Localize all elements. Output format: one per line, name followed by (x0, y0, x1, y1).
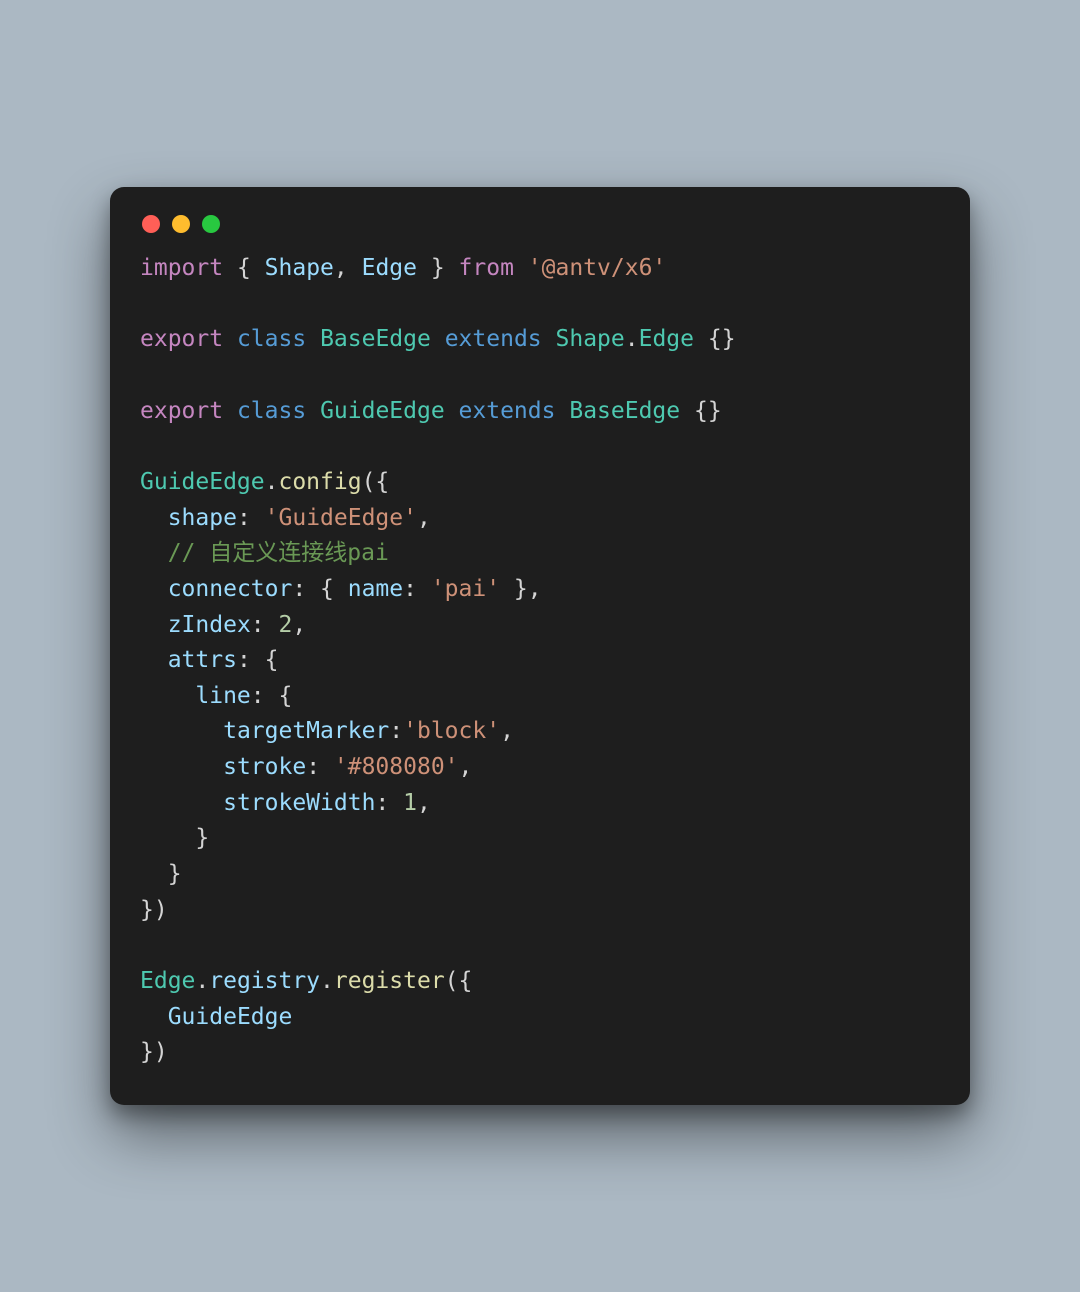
ident-shape: Shape (265, 255, 334, 281)
number-1: 1 (403, 790, 417, 816)
keyword-class: class (237, 398, 306, 424)
close-icon[interactable] (142, 215, 160, 233)
keyword-extends: extends (445, 326, 542, 352)
prop-connector: connector (168, 576, 293, 602)
class-baseedge: BaseEdge (320, 326, 431, 352)
string-pai: 'pai' (431, 576, 500, 602)
zoom-icon[interactable] (202, 215, 220, 233)
class-guideedge: GuideEdge (140, 469, 265, 495)
prop-registry: registry (209, 968, 320, 994)
keyword-export: export (140, 398, 223, 424)
string-guideedge: 'GuideEdge' (265, 505, 417, 531)
prop-stroke: stroke (223, 754, 306, 780)
minimize-icon[interactable] (172, 215, 190, 233)
comment: // 自定义连接线pai (168, 540, 389, 566)
prop-name: name (348, 576, 403, 602)
code-window: import { Shape, Edge } from '@antv/x6' e… (110, 187, 970, 1105)
prop-strokewidth: strokeWidth (223, 790, 375, 816)
class-guideedge: GuideEdge (320, 398, 445, 424)
ident-edge: Edge (362, 255, 417, 281)
keyword-extends: extends (459, 398, 556, 424)
string-stroke: '#808080' (334, 754, 459, 780)
string-block: 'block' (403, 718, 500, 744)
code-block: import { Shape, Edge } from '@antv/x6' e… (140, 251, 940, 1071)
prop-line: line (195, 683, 250, 709)
ident-guideedge: GuideEdge (168, 1004, 293, 1030)
stage: import { Shape, Edge } from '@antv/x6' e… (0, 0, 1080, 1292)
window-traffic-lights (140, 213, 940, 251)
prop-shape: shape (168, 505, 237, 531)
prop-zindex: zIndex (168, 612, 251, 638)
keyword-export: export (140, 326, 223, 352)
keyword-class: class (237, 326, 306, 352)
prop-targetmarker: targetMarker (223, 718, 389, 744)
class-shape: Shape (556, 326, 625, 352)
number-2: 2 (279, 612, 293, 638)
string-package: '@antv/x6' (528, 255, 666, 281)
class-edge: Edge (639, 326, 694, 352)
keyword-import: import (140, 255, 223, 281)
class-baseedge: BaseEdge (569, 398, 680, 424)
method-register: register (334, 968, 445, 994)
method-config: config (278, 469, 361, 495)
prop-attrs: attrs (168, 647, 237, 673)
class-edge: Edge (140, 968, 195, 994)
keyword-from: from (459, 255, 514, 281)
